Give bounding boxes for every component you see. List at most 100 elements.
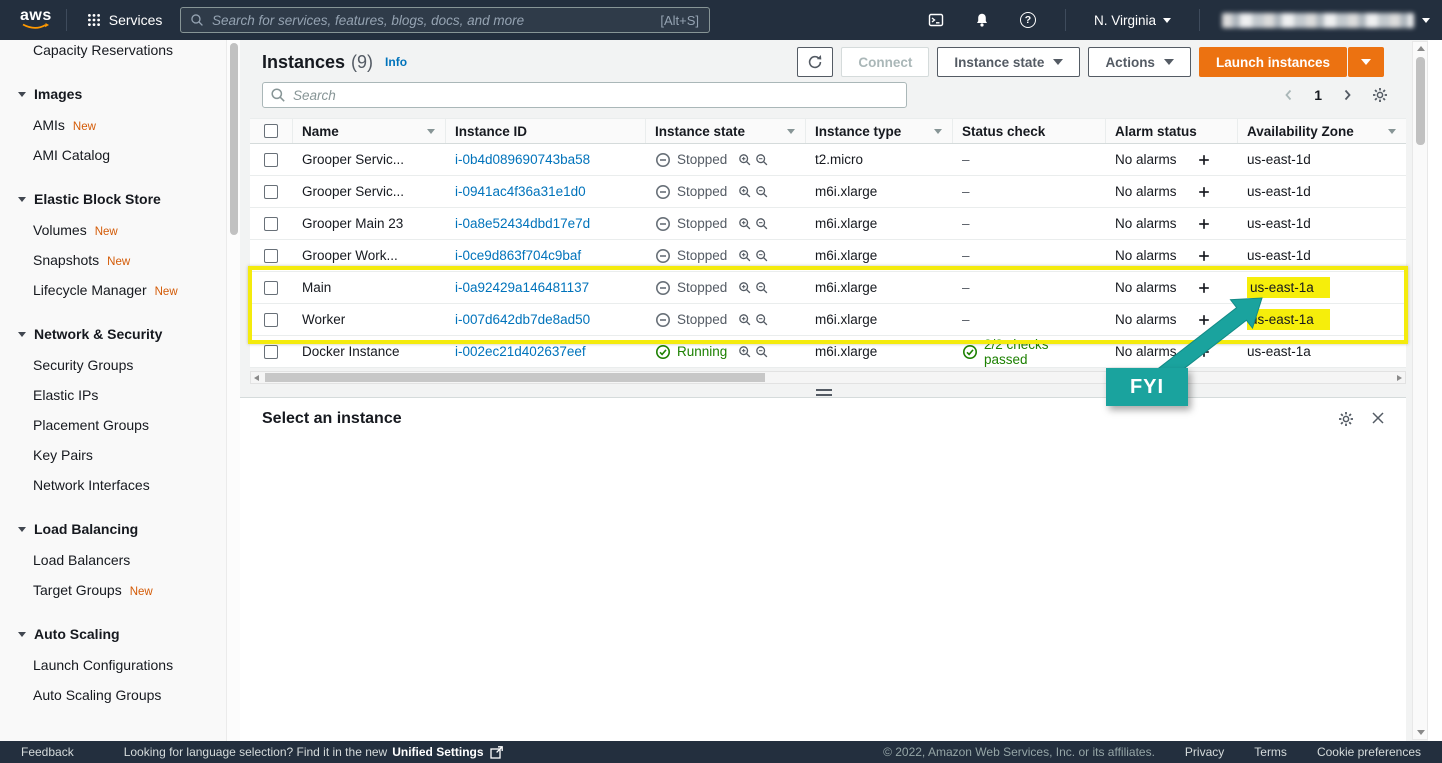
horizontal-scrollbar-thumb[interactable] [265, 373, 765, 382]
sidebar-item-elastic-ips[interactable]: Elastic IPs [0, 380, 226, 410]
sidebar-section-network-security[interactable]: Network & Security [0, 318, 226, 350]
services-menu[interactable]: Services [81, 12, 169, 28]
filter-exclude-icon[interactable] [755, 217, 769, 231]
table-horizontal-scrollbar[interactable] [250, 371, 1406, 384]
sidebar-item-load-balancers[interactable]: Load Balancers [0, 545, 226, 575]
cookie-preferences-link[interactable]: Cookie preferences [1317, 745, 1421, 759]
aws-logo[interactable]: aws [20, 8, 52, 31]
sidebar-item-target-groups[interactable]: Target Groups New [0, 575, 226, 605]
row-checkbox[interactable] [264, 280, 278, 295]
filter-include-icon[interactable] [738, 345, 752, 359]
next-page-button[interactable] [1339, 87, 1355, 103]
instance-id-link[interactable]: i-0941ac4f36a31e1d0 [455, 184, 586, 199]
filter-include-icon[interactable] [738, 153, 752, 167]
sidebar-item-security-groups[interactable]: Security Groups [0, 350, 226, 380]
scroll-right-icon[interactable] [1397, 375, 1402, 381]
unified-settings-link[interactable]: Unified Settings [392, 745, 483, 759]
sort-icon[interactable] [934, 128, 942, 134]
add-alarm-button[interactable] [1197, 185, 1211, 199]
row-checkbox[interactable] [264, 216, 278, 231]
filter-include-icon[interactable] [738, 313, 752, 327]
table-row[interactable]: Grooper Work... i-0ce9d863f704c9baf Stop… [250, 240, 1406, 272]
add-alarm-button[interactable] [1197, 345, 1211, 359]
instance-id-link[interactable]: i-0ce9d863f704c9baf [455, 248, 581, 263]
table-row[interactable]: Docker Instance i-002ec21d402637eef Runn… [250, 336, 1406, 368]
sidebar-item-volumes[interactable]: Volumes New [0, 215, 226, 245]
sidebar-section-auto-scaling[interactable]: Auto Scaling [0, 618, 226, 650]
main-vertical-scrollbar[interactable] [1412, 41, 1428, 740]
help-button[interactable]: ? [1005, 0, 1051, 40]
sidebar-item-lifecycle-manager[interactable]: Lifecycle Manager New [0, 275, 226, 305]
previous-page-button[interactable] [1281, 87, 1297, 103]
sidebar-item-capacity-reservations[interactable]: Capacity Reservations [0, 40, 226, 65]
cloudshell-button[interactable] [913, 0, 959, 40]
preferences-button[interactable] [1372, 87, 1388, 103]
privacy-link[interactable]: Privacy [1185, 745, 1224, 759]
current-page[interactable]: 1 [1314, 87, 1322, 103]
instance-id-link[interactable]: i-0a92429a146481137 [455, 280, 589, 295]
actions-dropdown[interactable]: Actions [1088, 47, 1191, 77]
sidebar-scrollbar[interactable] [226, 40, 240, 741]
filter-exclude-icon[interactable] [755, 281, 769, 295]
global-search-input[interactable] [212, 12, 661, 28]
sort-icon[interactable] [427, 128, 435, 134]
sort-icon[interactable] [1388, 128, 1396, 134]
sidebar-item-auto-scaling-groups[interactable]: Auto Scaling Groups [0, 680, 226, 710]
sidebar-item-network-interfaces[interactable]: Network Interfaces [0, 470, 226, 500]
vertical-scrollbar-thumb[interactable] [1416, 57, 1425, 145]
connect-button[interactable]: Connect [841, 47, 930, 77]
add-alarm-button[interactable] [1197, 249, 1211, 263]
terms-link[interactable]: Terms [1254, 745, 1287, 759]
panel-preferences-button[interactable] [1338, 411, 1354, 432]
refresh-button[interactable] [797, 47, 834, 77]
launch-instances-button[interactable]: Launch instances [1198, 47, 1347, 77]
sidebar-section-images[interactable]: Images [0, 78, 226, 110]
table-row-worker[interactable]: Worker i-007d642db7de8ad50 Stopped m6i.x… [250, 304, 1406, 336]
sidebar-scrollbar-thumb[interactable] [230, 43, 238, 235]
instance-filter-input[interactable] [262, 82, 907, 108]
sidebar-item-launch-configurations[interactable]: Launch Configurations [0, 650, 226, 680]
scroll-up-icon[interactable] [1417, 46, 1425, 51]
table-row[interactable]: Grooper Servic... i-0b4d089690743ba58 St… [250, 144, 1406, 176]
table-row[interactable]: Grooper Main 23 i-0a8e52434dbd17e7d Stop… [250, 208, 1406, 240]
sidebar-section-load-balancing[interactable]: Load Balancing [0, 513, 226, 545]
sidebar-item-key-pairs[interactable]: Key Pairs [0, 440, 226, 470]
row-checkbox[interactable] [264, 248, 278, 263]
add-alarm-button[interactable] [1197, 313, 1211, 327]
sidebar-item-amis[interactable]: AMIs New [0, 110, 226, 140]
filter-exclude-icon[interactable] [755, 345, 769, 359]
info-link[interactable]: Info [385, 55, 407, 69]
panel-resize-handle[interactable] [816, 389, 832, 396]
select-all-checkbox[interactable] [264, 124, 278, 138]
add-alarm-button[interactable] [1197, 281, 1211, 295]
row-checkbox[interactable] [264, 152, 278, 167]
add-alarm-button[interactable] [1197, 217, 1211, 231]
global-search[interactable]: [Alt+S] [180, 7, 710, 33]
panel-close-button[interactable] [1370, 410, 1386, 431]
instance-id-link[interactable]: i-002ec21d402637eef [455, 344, 586, 359]
account-menu[interactable] [1214, 12, 1442, 28]
sort-icon[interactable] [787, 128, 795, 134]
instance-id-link[interactable]: i-0a8e52434dbd17e7d [455, 216, 590, 231]
scroll-left-icon[interactable] [254, 375, 259, 381]
sidebar-item-placement-groups[interactable]: Placement Groups [0, 410, 226, 440]
filter-include-icon[interactable] [738, 281, 752, 295]
instance-id-link[interactable]: i-007d642db7de8ad50 [455, 312, 590, 327]
filter-include-icon[interactable] [738, 249, 752, 263]
sidebar-item-snapshots[interactable]: Snapshots New [0, 245, 226, 275]
filter-exclude-icon[interactable] [755, 185, 769, 199]
row-checkbox[interactable] [264, 312, 278, 327]
feedback-link[interactable]: Feedback [21, 745, 74, 759]
row-checkbox[interactable] [264, 184, 278, 199]
table-row-main[interactable]: Main i-0a92429a146481137 Stopped m6i.xla… [250, 272, 1406, 304]
filter-include-icon[interactable] [738, 185, 752, 199]
add-alarm-button[interactable] [1197, 153, 1211, 167]
instance-state-dropdown[interactable]: Instance state [937, 47, 1081, 77]
scroll-down-icon[interactable] [1417, 730, 1425, 735]
filter-exclude-icon[interactable] [755, 313, 769, 327]
filter-exclude-icon[interactable] [755, 153, 769, 167]
table-row[interactable]: Grooper Servic... i-0941ac4f36a31e1d0 St… [250, 176, 1406, 208]
row-checkbox[interactable] [264, 344, 278, 359]
sidebar-section-elastic-block-store[interactable]: Elastic Block Store [0, 183, 226, 215]
sidebar-item-ami-catalog[interactable]: AMI Catalog [0, 140, 226, 170]
